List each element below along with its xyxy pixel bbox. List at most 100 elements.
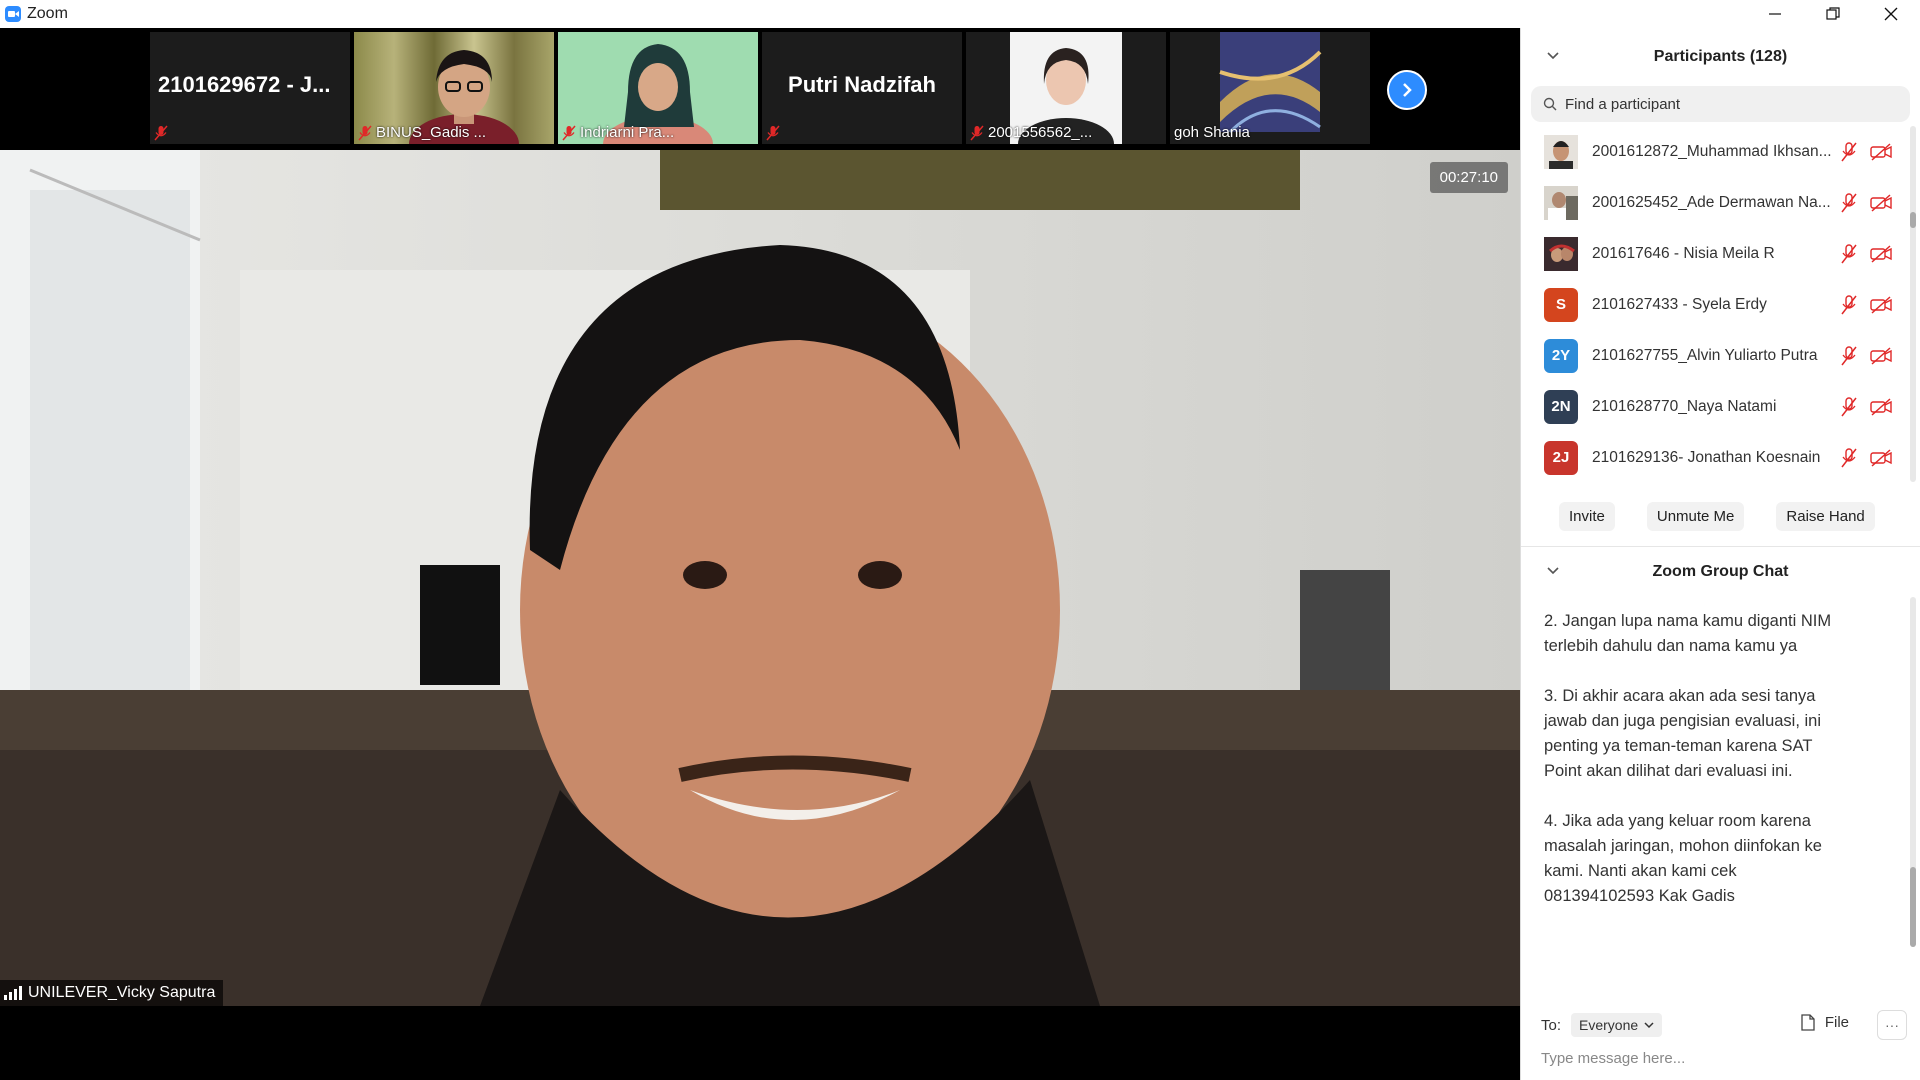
chat-scroll-thumb[interactable] (1910, 867, 1916, 947)
video-off-icon (1870, 448, 1892, 467)
avatar (1544, 236, 1578, 271)
thumbnail-label: BINUS_Gadis ... (358, 124, 486, 141)
chat-scrollbar[interactable] (1910, 597, 1916, 947)
chat-messages: 2. Jangan lupa nama kamu diganti NIM ter… (1521, 597, 1920, 947)
file-button[interactable]: File (1801, 1014, 1849, 1031)
participant-name: 2001625452_Ade Dermawan Na... (1592, 193, 1831, 211)
video-thumbnail[interactable]: BINUS_Gadis ... (354, 32, 554, 144)
close-icon (1884, 7, 1898, 21)
chevron-right-icon (1403, 83, 1412, 97)
minimize-button[interactable] (1746, 0, 1804, 28)
participant-status-icons (1840, 396, 1892, 417)
thumbnail-participant-name: Indriarni Pra... (580, 124, 675, 141)
mic-muted-icon (1841, 192, 1857, 212)
recipient-row: To: Everyone File ··· (1521, 1008, 1920, 1042)
video-off-icon (1870, 295, 1892, 314)
thumbnail-participant-name: 2001556562_... (988, 124, 1093, 141)
participant-status-icons (1840, 447, 1892, 468)
participant-name: 2101627755_Alvin Yuliarto Putra (1592, 346, 1818, 364)
side-panel: Participants (128) Find a participant 20… (1520, 28, 1920, 1080)
participant-scroll-thumb[interactable] (1910, 212, 1916, 228)
mic-muted-icon (1841, 447, 1857, 467)
avatar (1544, 185, 1578, 220)
avatar: 2N (1544, 389, 1578, 424)
participant-name: 2001612872_Muhammad Ikhsan... (1592, 142, 1832, 160)
signal-strength-icon (4, 986, 22, 1000)
participant-status-icons (1840, 243, 1892, 264)
thumbnail-name: 2101629672 - J... (158, 72, 331, 97)
mic-muted-icon (1841, 396, 1857, 416)
participant-actions: Invite Unmute Me Raise Hand (1521, 486, 1920, 546)
raise-hand-button[interactable]: Raise Hand (1776, 501, 1875, 531)
chat-header: Zoom Group Chat (1521, 547, 1920, 597)
mic-muted-icon (562, 125, 576, 140)
participant-status-icons (1840, 345, 1892, 366)
mic-muted-icon (1841, 141, 1857, 161)
video-thumbnail[interactable]: Putri Nadzifah (762, 32, 962, 144)
video-thumbnail[interactable]: goh Shania (1170, 32, 1370, 144)
active-speaker-video[interactable]: 00:27:10 UNILEVER_Vicky Saputra (0, 150, 1520, 1006)
chat-message-input[interactable] (1541, 1050, 1901, 1067)
unmute-me-button[interactable]: Unmute Me (1646, 501, 1745, 531)
more-options-button[interactable]: ··· (1877, 1010, 1907, 1040)
video-area: 2101629672 - J... BINUS_Gadis ... Indria… (0, 28, 1520, 1080)
mic-muted-icon (154, 125, 168, 141)
restore-button[interactable] (1804, 0, 1862, 28)
participant-row[interactable]: 2N 2101628770_Naya Natami (1521, 381, 1920, 432)
participant-row[interactable]: S 2101627433 - Syela Erdy (1521, 279, 1920, 330)
avatar-photo (1544, 185, 1578, 220)
video-off-icon (1870, 397, 1892, 416)
thumbnail-label: Indriarni Pra... (562, 124, 674, 141)
video-off-icon (1870, 193, 1892, 212)
zoom-app-icon (5, 6, 21, 22)
recipient-dropdown[interactable]: Everyone (1571, 1013, 1663, 1037)
chevron-down-icon (1644, 1022, 1654, 1029)
to-label: To: (1541, 1016, 1562, 1034)
video-thumbnail[interactable]: 2101629672 - J... (150, 32, 350, 144)
file-icon (1801, 1014, 1815, 1031)
chat-title: Zoom Group Chat (1652, 563, 1789, 580)
participant-row[interactable]: 2J 2101629136- Jonathan Koesnain (1521, 432, 1920, 483)
thumbnail-label (154, 125, 172, 141)
participant-status-icons (1840, 294, 1892, 315)
chevron-down-icon[interactable] (1545, 563, 1561, 579)
participant-name: 201617646 - Nisia Meila R (1592, 244, 1775, 262)
participant-row[interactable]: 2001612872_Muhammad Ikhsan... (1521, 126, 1920, 177)
chat-message: 3. Di akhir acara akan ada sesi tanya ja… (1544, 687, 1822, 780)
participant-name: 2101629136- Jonathan Koesnain (1592, 448, 1821, 466)
speaker-name: UNILEVER_Vicky Saputra (28, 984, 216, 1001)
avatar: 2Y (1544, 338, 1578, 373)
video-thumbnail[interactable]: 2001556562_... (966, 32, 1166, 144)
video-thumbnail[interactable]: Indriarni Pra... (558, 32, 758, 144)
speaker-video-image (0, 150, 1520, 1006)
invite-button[interactable]: Invite (1559, 501, 1615, 531)
thumbnail-name: Putri Nadzifah (788, 72, 936, 97)
mic-muted-icon (358, 125, 372, 140)
avatar-photo (1544, 236, 1578, 271)
restore-icon (1826, 7, 1840, 20)
participant-row[interactable]: 2001625452_Ade Dermawan Na... (1521, 177, 1920, 228)
participant-row[interactable]: 201617646 - Nisia Meila R (1521, 228, 1920, 279)
more-icon: ··· (1885, 1017, 1899, 1033)
file-label: File (1824, 1014, 1849, 1031)
participant-name: 2101627433 - Syela Erdy (1592, 295, 1767, 313)
next-page-button[interactable] (1387, 70, 1427, 110)
window-titlebar: Zoom (0, 0, 1920, 28)
participant-status-icons (1840, 141, 1892, 162)
window-controls (1746, 0, 1920, 28)
video-off-icon (1870, 142, 1892, 161)
participant-name: 2101628770_Naya Natami (1592, 397, 1777, 415)
participants-header: Participants (128) (1521, 28, 1920, 86)
avatar: S (1544, 287, 1578, 322)
thumbnail-label: 2001556562_... (970, 124, 1092, 141)
mic-muted-icon (766, 125, 780, 141)
participant-scrollbar[interactable] (1910, 126, 1916, 482)
participant-search[interactable]: Find a participant (1531, 86, 1910, 122)
recipient-value: Everyone (1579, 1017, 1639, 1033)
participant-row[interactable]: 2Y 2101627755_Alvin Yuliarto Putra (1521, 330, 1920, 381)
chevron-down-icon[interactable] (1545, 48, 1561, 64)
thumbnail-strip: 2101629672 - J... BINUS_Gadis ... Indria… (0, 28, 1520, 148)
close-window-button[interactable] (1862, 0, 1920, 28)
chat-message: 2. Jangan lupa nama kamu diganti NIM ter… (1544, 612, 1832, 655)
participants-title: Participants (128) (1653, 48, 1788, 65)
